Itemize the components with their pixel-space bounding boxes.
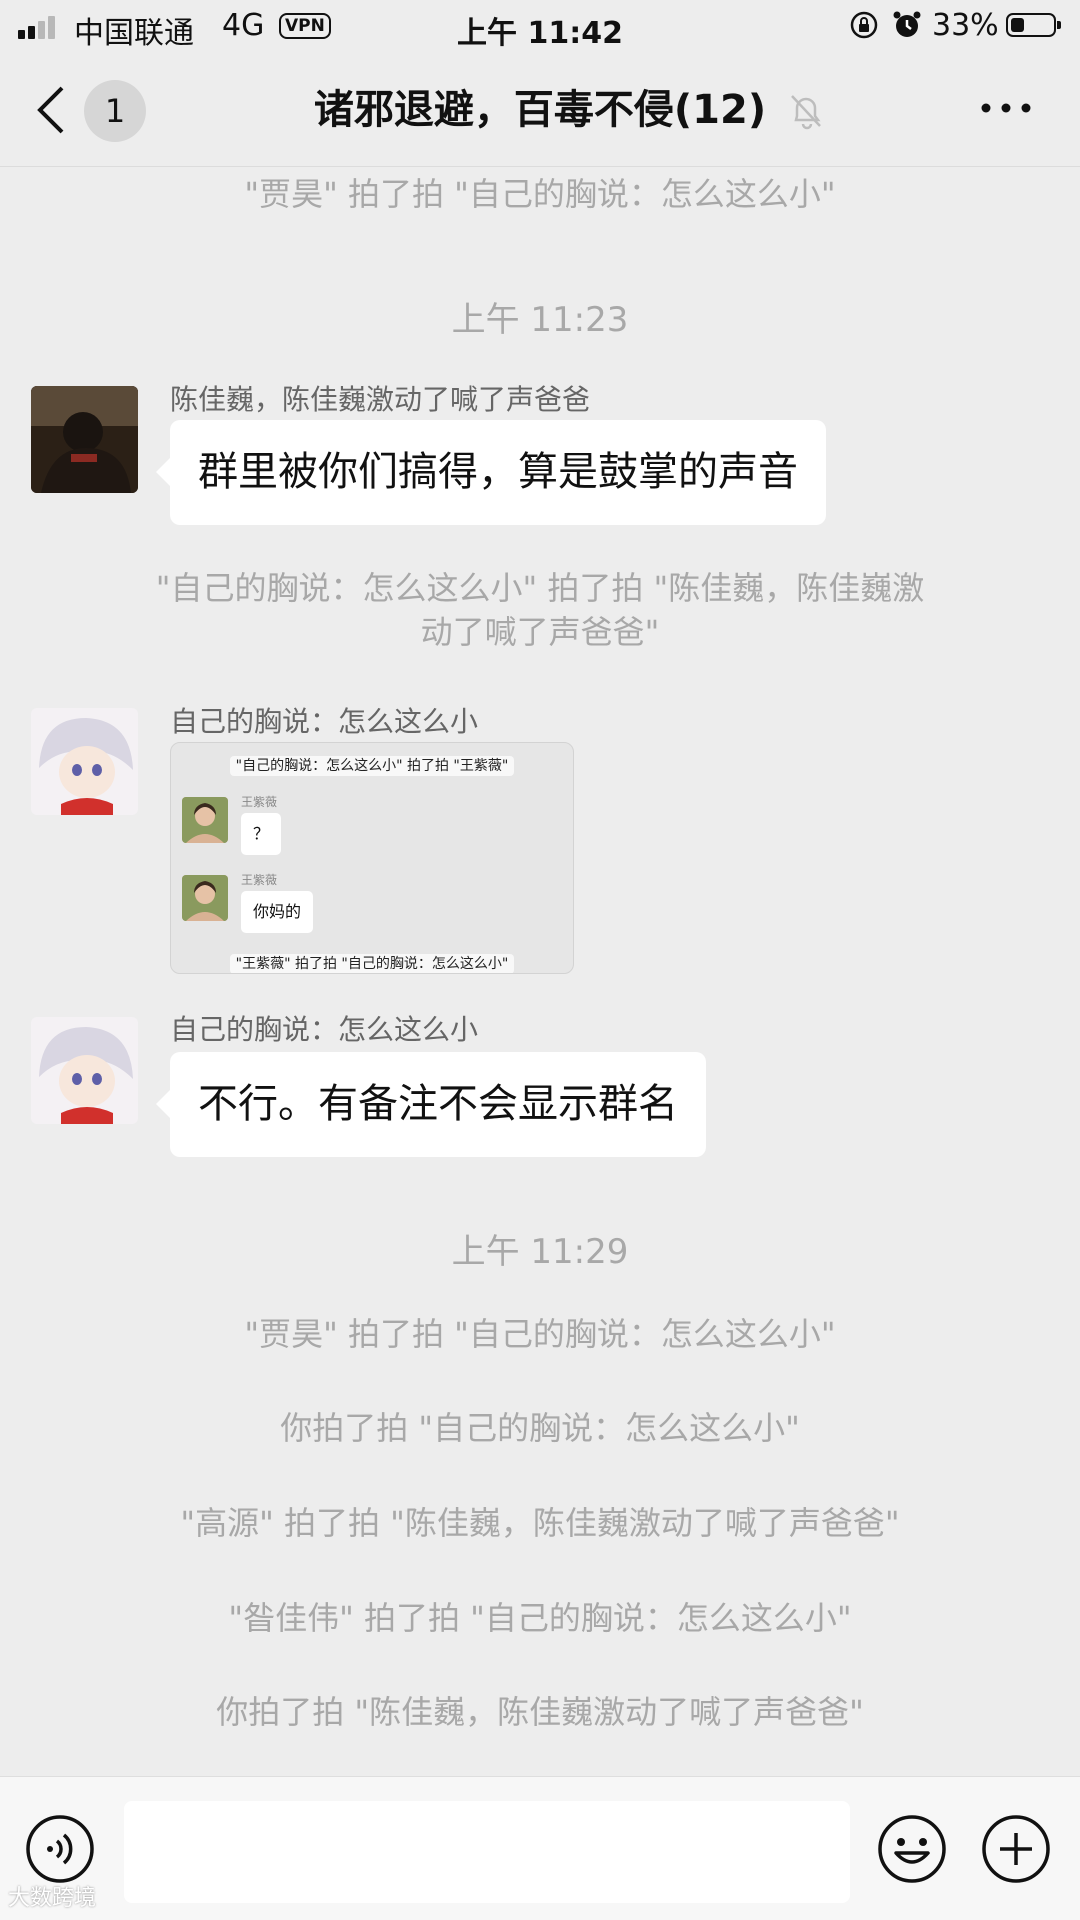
message-bubble[interactable]: 不行。有备注不会显示群名 <box>156 1052 706 1157</box>
sender-name: 陈佳巍，陈佳巍激动了喊了声爸爸 <box>170 383 591 416</box>
battery-percent: 33% <box>932 8 999 43</box>
system-message: "贾昊" 拍了拍 "自己的胸说：怎么这么小" <box>244 175 836 213</box>
watermark: 大数跨境 <box>8 1886 97 1911</box>
system-message: 你拍了拍 "陈佳巍，陈佳巍激动了喊了声爸爸" <box>216 1693 864 1731</box>
image-sender-name: 王紫薇 <box>241 873 278 887</box>
sender-name: 自己的胸说：怎么这么小 <box>170 1013 479 1046</box>
image-message[interactable]: "自己的胸说：怎么这么小" 拍了拍 "王紫薇" 王紫薇 ？ 王紫薇 你妈的 "王… <box>170 742 574 974</box>
avatar[interactable] <box>31 708 138 815</box>
avatar <box>182 797 228 843</box>
rotation-lock-icon <box>850 11 878 39</box>
image-sender-name: 王紫薇 <box>241 795 278 809</box>
timestamp: 上午 11:23 <box>451 300 629 340</box>
system-message: 你拍了拍 "自己的胸说：怎么这么小" <box>280 1409 800 1447</box>
system-message: "昝佳伟" 拍了拍 "自己的胸说：怎么这么小" <box>228 1599 852 1637</box>
plus-icon[interactable] <box>980 1813 1052 1885</box>
system-message: 动了喊了声爸爸" <box>420 613 660 651</box>
chat-screen: 中国联通 4G VPN 上午 11:42 33% 1 诸邪退避，百毒不侵(12) <box>0 0 1080 1920</box>
page-title: 诸邪退避，百毒不侵(12) <box>313 87 767 133</box>
nav-bar: 1 诸邪退避，百毒不侵(12) <box>0 56 1080 167</box>
avatar <box>182 875 228 921</box>
image-bubble: 你妈的 <box>241 891 314 933</box>
image-bubble: ？ <box>241 813 282 855</box>
sender-name: 自己的胸说：怎么这么小 <box>170 705 479 738</box>
system-message: "高源" 拍了拍 "陈佳巍，陈佳巍激动了喊了声爸爸" <box>180 1504 900 1542</box>
avatar[interactable] <box>31 1017 138 1124</box>
alarm-icon <box>893 11 921 37</box>
system-message: "贾昊" 拍了拍 "自己的胸说：怎么这么小" <box>244 1315 836 1353</box>
message-input[interactable] <box>124 1801 850 1903</box>
more-dots-icon[interactable] <box>980 98 1032 118</box>
bell-off-icon <box>791 95 821 130</box>
voice-icon[interactable] <box>24 1813 96 1885</box>
image-system-text: "自己的胸说：怎么这么小" 拍了拍 "王紫薇" <box>229 756 515 776</box>
avatar[interactable] <box>31 386 138 493</box>
battery-icon <box>1006 13 1061 37</box>
image-system-text: "王紫薇" 拍了拍 "自己的胸说：怎么这么小" <box>229 954 515 973</box>
input-bar <box>0 1776 1080 1920</box>
message-bubble[interactable]: 群里被你们搞得，算是鼓掌的声音 <box>156 420 826 525</box>
timestamp: 上午 11:29 <box>451 1232 629 1272</box>
system-message: "自己的胸说：怎么这么小" 拍了拍 "陈佳巍，陈佳巍激 <box>155 569 925 607</box>
status-bar: 中国联通 4G VPN 上午 11:42 33% <box>0 0 1080 56</box>
emoji-icon[interactable] <box>876 1813 948 1885</box>
